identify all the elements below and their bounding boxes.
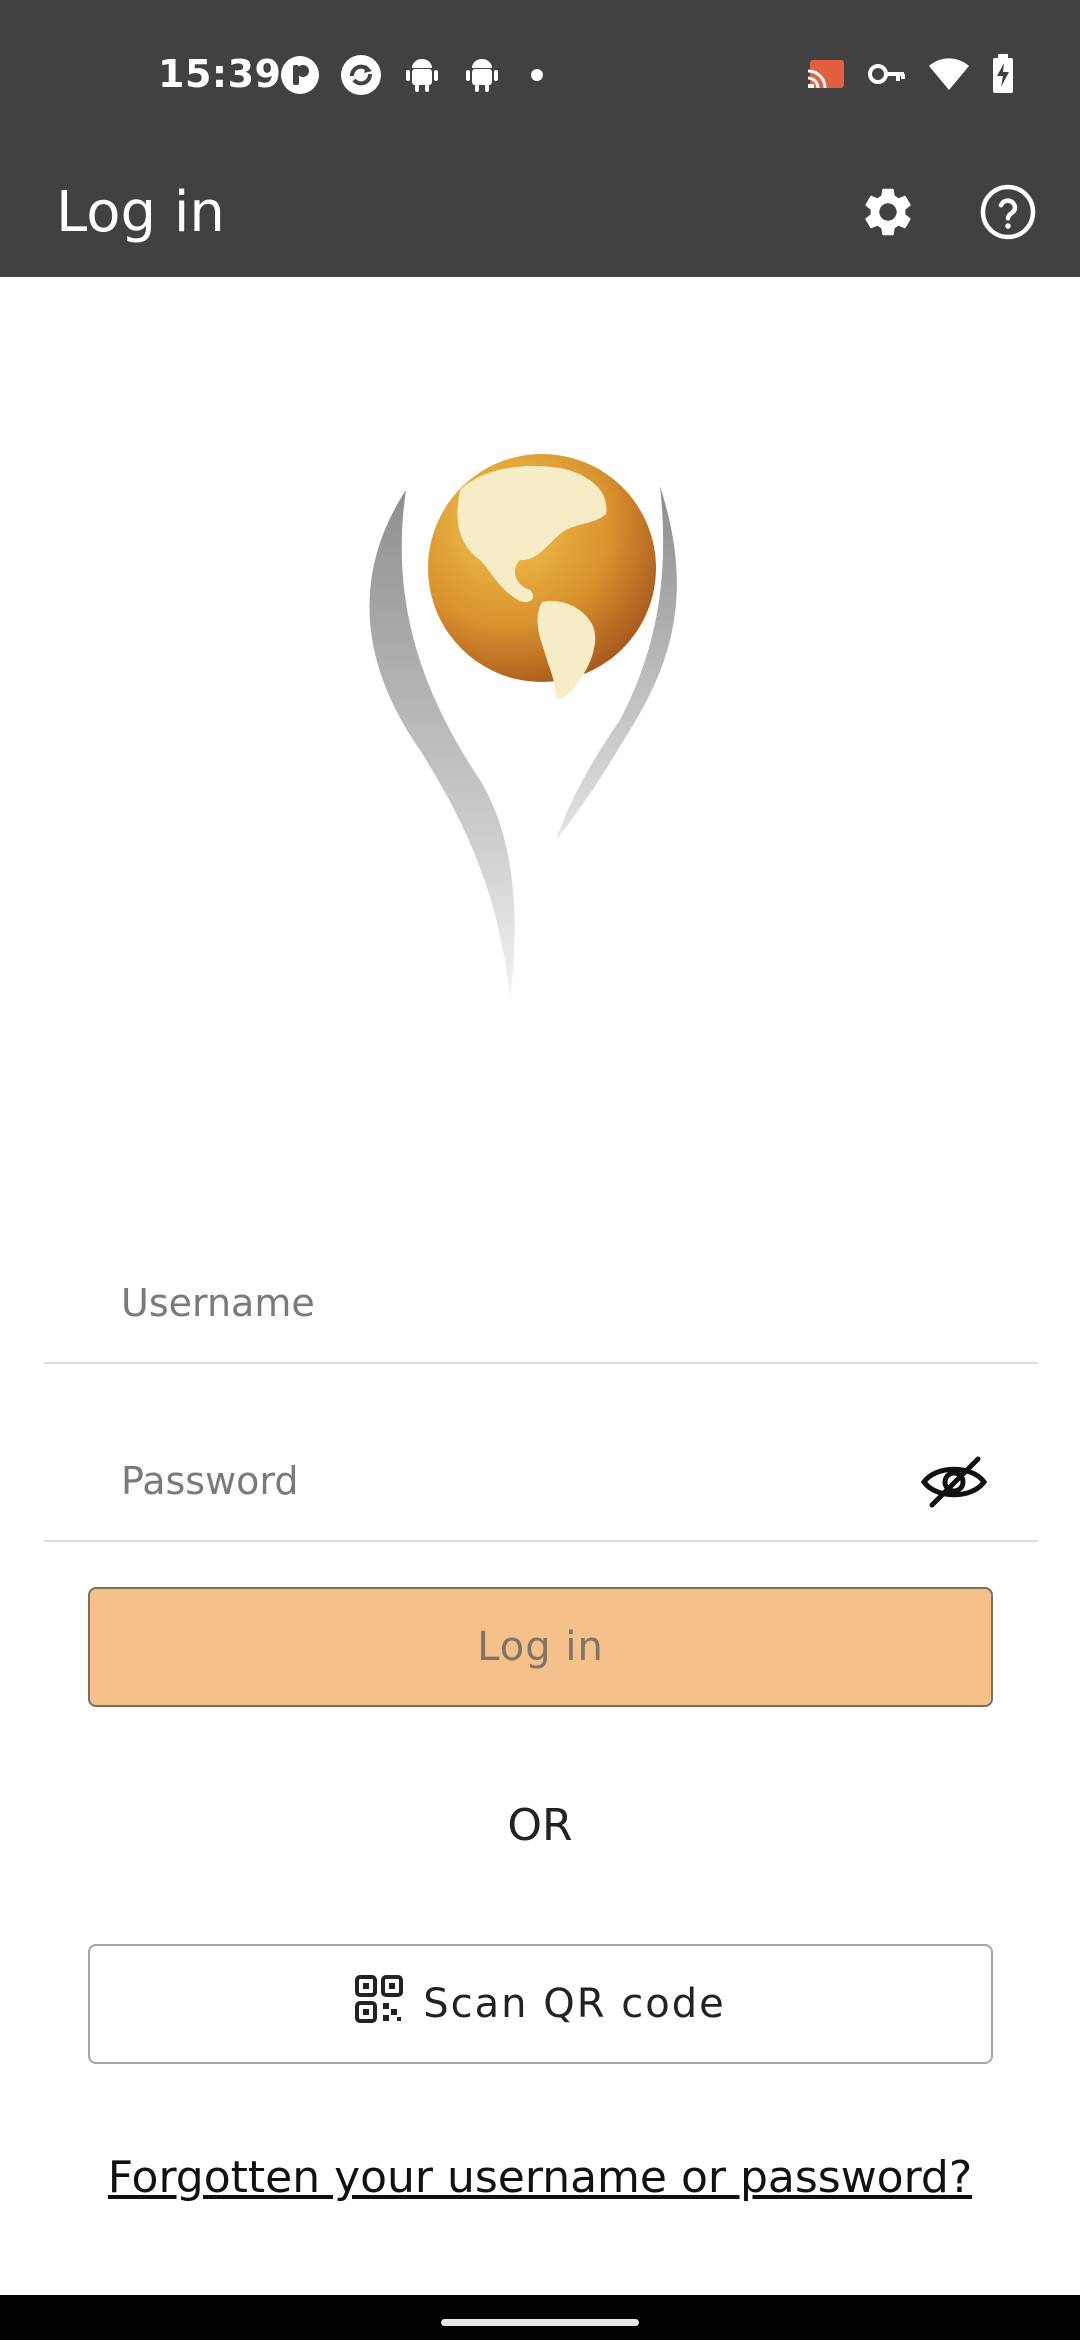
wifi-icon	[928, 56, 970, 92]
home-gesture-handle[interactable]	[441, 2319, 639, 2326]
scan-qr-button[interactable]: Scan QR code	[88, 1944, 993, 2064]
app-bar: Log in	[0, 150, 1080, 277]
vpn-key-icon	[868, 59, 906, 89]
system-icons	[806, 54, 1014, 94]
qr-code-icon	[355, 1975, 404, 2033]
notification-icons	[280, 54, 552, 96]
forgot-credentials-link[interactable]: Forgotten your username or password?	[0, 2152, 1080, 2203]
eye-off-icon	[920, 1453, 988, 1516]
battery-charging-icon	[992, 54, 1014, 94]
login-screen: 15:39 Log in Username Log in OR Scan QR …	[0, 0, 1080, 2340]
scan-qr-label: Scan QR code	[423, 1981, 726, 2027]
login-button[interactable]: Log in	[88, 1587, 993, 1707]
or-separator: OR	[507, 1800, 573, 1851]
sync-app-icon	[340, 54, 382, 96]
android-icon	[462, 55, 502, 95]
toggle-password-visibility[interactable]	[918, 1448, 990, 1520]
username-input[interactable]	[44, 1244, 1038, 1362]
password-input[interactable]	[44, 1422, 1038, 1540]
help-icon	[978, 182, 1038, 247]
page-title: Log in	[56, 180, 225, 245]
gear-icon	[859, 183, 917, 246]
status-time: 15:39	[158, 52, 282, 96]
status-bar: 15:39	[0, 0, 1080, 150]
help-button[interactable]	[972, 178, 1044, 250]
p-app-icon	[280, 55, 320, 95]
cast-icon	[806, 56, 846, 92]
settings-button[interactable]	[852, 178, 924, 250]
dot-icon	[522, 55, 552, 95]
login-button-label: Log in	[477, 1624, 604, 1670]
username-field[interactable]	[44, 1244, 1038, 1364]
password-field[interactable]	[44, 1422, 1038, 1542]
navigation-bar	[0, 2295, 1080, 2340]
app-logo	[360, 430, 720, 1070]
android-icon	[402, 55, 442, 95]
